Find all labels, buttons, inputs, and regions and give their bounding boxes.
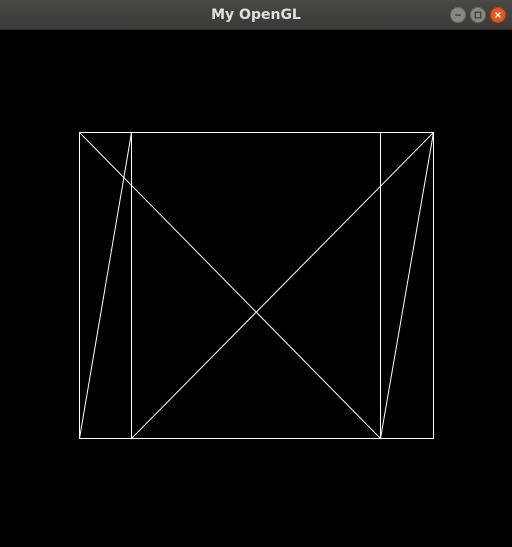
wireframe-render	[79, 132, 434, 439]
minimize-button[interactable]	[450, 7, 466, 23]
maximize-icon	[474, 11, 482, 19]
window-title: My OpenGL	[211, 7, 301, 23]
diagonal-down	[79, 132, 381, 439]
left-slant	[79, 132, 132, 439]
maximize-button[interactable]	[470, 7, 486, 23]
minimize-icon	[455, 14, 461, 16]
close-icon	[495, 12, 501, 18]
opengl-window: My OpenGL	[0, 0, 512, 542]
gl-canvas[interactable]	[0, 30, 512, 542]
window-titlebar[interactable]: My OpenGL	[0, 0, 512, 30]
close-button[interactable]	[490, 7, 506, 23]
